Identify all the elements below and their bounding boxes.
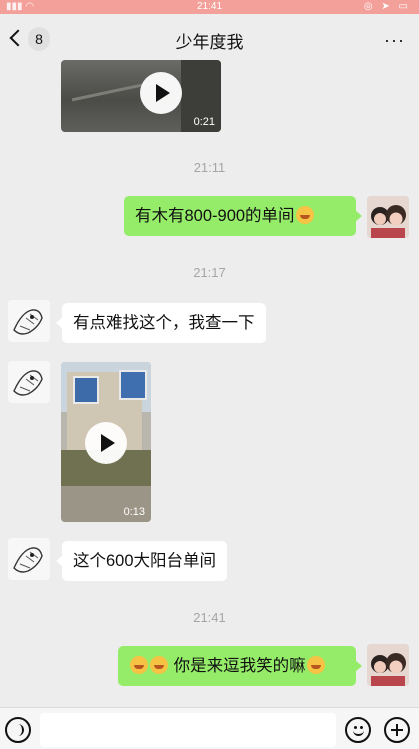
timestamp: 21:17 bbox=[193, 265, 226, 280]
laughing-emoji-icon bbox=[130, 656, 148, 674]
voice-icon[interactable] bbox=[5, 717, 31, 743]
timestamp: 21:11 bbox=[193, 160, 226, 175]
received-message-bubble[interactable]: 有点难找这个，我查一下 bbox=[56, 303, 266, 343]
sent-message-bubble[interactable]: 有木有800-900的单间 bbox=[124, 196, 362, 236]
contact-avatar[interactable] bbox=[8, 361, 50, 403]
play-icon[interactable] bbox=[140, 72, 182, 114]
unread-count-badge: 8 bbox=[28, 27, 50, 51]
message-text: 你是来逗我笑的嘛 bbox=[173, 657, 306, 675]
status-time: 21:41 bbox=[196, 1, 223, 12]
received-message-bubble[interactable]: 这个600大阳台单间 bbox=[55, 541, 228, 581]
video-message[interactable]: 0:13 bbox=[61, 362, 151, 522]
emoji-icon[interactable] bbox=[345, 717, 371, 743]
avatar-sketch bbox=[8, 300, 50, 342]
avatar-photo bbox=[367, 644, 409, 686]
message-input[interactable] bbox=[40, 713, 336, 747]
chevron-left-icon bbox=[9, 29, 27, 47]
chat-title: 少年度我 bbox=[175, 33, 244, 52]
more-options-button[interactable]: ··· bbox=[384, 30, 405, 51]
my-avatar[interactable] bbox=[367, 644, 409, 686]
laughing-emoji-icon bbox=[306, 656, 325, 674]
avatar-sketch bbox=[8, 538, 50, 580]
input-bar bbox=[0, 707, 419, 749]
avatar-sketch bbox=[8, 361, 50, 403]
contact-avatar[interactable] bbox=[8, 300, 50, 342]
back-button[interactable]: 8 bbox=[8, 27, 50, 53]
laughing-emoji-icon bbox=[150, 656, 168, 674]
play-icon[interactable] bbox=[85, 422, 127, 464]
message-text: 有木有800-900的单间 bbox=[135, 207, 295, 225]
laughing-emoji-icon bbox=[295, 206, 314, 224]
status-icons: ◎ ➤ ▭ bbox=[363, 1, 411, 12]
sent-message-bubble[interactable]: 你是来逗我笑的嘛 bbox=[118, 646, 362, 686]
video-duration: 0:21 bbox=[193, 116, 215, 128]
video-duration: 0:13 bbox=[123, 506, 145, 518]
my-avatar[interactable] bbox=[367, 196, 409, 238]
chat-header: 8 少年度我 ··· bbox=[0, 14, 419, 64]
avatar-photo bbox=[367, 196, 409, 238]
timestamp: 21:41 bbox=[193, 610, 226, 625]
contact-avatar[interactable] bbox=[8, 538, 50, 580]
message-text: 有点难找这个，我查一下 bbox=[73, 314, 255, 332]
status-bar: ▮▮▮ ◠ 21:41 ◎ ➤ ▭ bbox=[0, 0, 419, 14]
plus-icon[interactable] bbox=[384, 717, 410, 743]
message-text: 这个600大阳台单间 bbox=[73, 552, 217, 570]
video-message[interactable]: 0:21 bbox=[61, 60, 221, 132]
